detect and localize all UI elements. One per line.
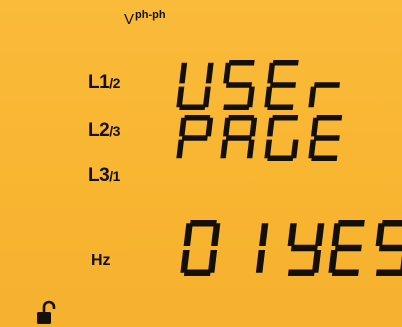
segment-e	[308, 86, 317, 108]
segment-f	[223, 62, 232, 84]
segment-g	[313, 82, 341, 88]
segment-a	[337, 220, 365, 227]
display-line-2	[176, 115, 343, 161]
digit	[375, 220, 402, 276]
segment-d	[179, 104, 206, 110]
segment-d	[375, 269, 402, 276]
segment-e	[328, 249, 338, 273]
segment-a	[272, 60, 299, 66]
segment-b	[259, 223, 269, 247]
digit	[180, 220, 221, 276]
segment-g	[225, 135, 252, 141]
segment-f	[287, 223, 297, 247]
segment-g	[290, 244, 318, 252]
lcd-display: Vph-ph L1/2 L2/3 L3/1 Hz	[0, 0, 402, 327]
segment-a	[228, 115, 255, 121]
segment-d	[331, 269, 359, 276]
segment-e	[264, 139, 273, 159]
segment-g	[225, 82, 253, 88]
segment-a	[184, 115, 211, 121]
display-line-1	[176, 60, 341, 110]
segment-c	[202, 86, 211, 108]
segment-f	[222, 117, 231, 137]
digit	[264, 60, 299, 110]
segment-c	[255, 249, 266, 273]
segment-f	[267, 62, 276, 84]
segment-g	[378, 244, 402, 252]
segment-a	[189, 220, 217, 227]
segment-b	[315, 223, 325, 247]
segment-c	[311, 249, 322, 273]
segment-f	[266, 117, 275, 137]
digit	[308, 82, 341, 108]
segment-e	[176, 86, 185, 108]
digit	[328, 220, 365, 276]
display-line-3-right	[287, 220, 402, 276]
segment-a	[316, 115, 343, 121]
digit	[176, 115, 214, 159]
segment-e	[264, 86, 273, 108]
segment-e	[308, 139, 317, 159]
segment-d	[183, 269, 211, 276]
digit	[255, 223, 269, 273]
unlocked-padlock-icon	[37, 300, 56, 324]
segment-f	[179, 62, 188, 84]
segment-b	[211, 223, 221, 247]
segment-d	[311, 155, 338, 161]
digit	[176, 62, 214, 110]
segment-g	[313, 135, 340, 141]
segment-a	[228, 60, 255, 66]
segment-f	[310, 117, 319, 137]
segment-c	[246, 86, 255, 108]
segment-f	[183, 223, 193, 247]
segment-e	[220, 139, 229, 159]
segment-d	[287, 269, 315, 276]
seven-segment-readout	[176, 60, 402, 276]
segment-c	[207, 249, 218, 273]
segment-g	[334, 244, 362, 252]
digit	[264, 115, 299, 161]
segment-e	[176, 139, 185, 159]
digit	[220, 115, 258, 159]
segment-b	[249, 117, 258, 137]
digit	[223, 60, 255, 110]
digit	[308, 115, 343, 161]
segment-c	[246, 139, 255, 159]
segment-g	[269, 82, 297, 88]
segment-f	[331, 223, 341, 247]
segment-b	[205, 117, 214, 137]
segment-c	[290, 139, 299, 159]
segment-f	[375, 223, 385, 247]
segment-g	[181, 135, 208, 141]
digit	[287, 223, 325, 276]
segment-a	[272, 115, 299, 121]
segment-d	[267, 155, 294, 161]
display-line-3-left	[180, 220, 269, 276]
segment-b	[205, 62, 214, 84]
segment-d	[223, 104, 250, 110]
segment-f	[178, 117, 187, 137]
segment-e	[180, 249, 190, 273]
segment-d	[267, 104, 294, 110]
segment-a	[381, 220, 402, 227]
